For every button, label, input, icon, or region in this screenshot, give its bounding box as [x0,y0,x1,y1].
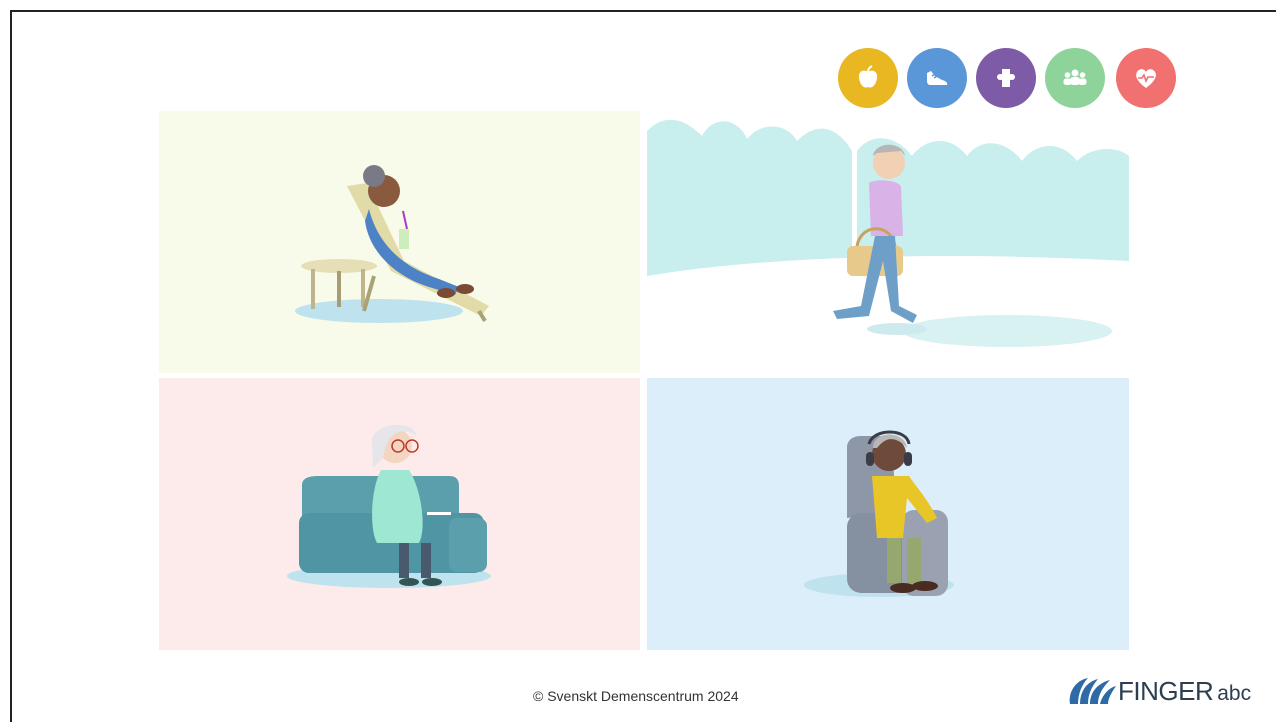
panel-sofa-writing [159,378,640,650]
cognitive-training-button[interactable] [976,48,1036,108]
panel-armchair-headphones [647,378,1129,650]
people-icon [1063,69,1087,85]
logo-word: FINGER [1118,675,1214,706]
puzzle-icon [997,69,1015,87]
woman-on-lounge-chair-illustration [295,165,489,323]
heart-pulse-icon [1136,69,1156,88]
social-activity-button[interactable] [1045,48,1105,108]
finger-abc-logo[interactable]: FINGER abc [1066,674,1251,708]
logo-suffix: abc [1217,682,1252,705]
apple-icon [858,65,878,88]
panel-lounge-chair [159,111,640,373]
vascular-health-button[interactable] [1116,48,1176,108]
physical-activity-button[interactable] [907,48,967,108]
copyright-footer: © Svenskt Demenscentrum 2024 [533,688,739,704]
man-with-headphones-in-armchair-illustration [804,430,954,597]
woman-writing-on-sofa-illustration [287,424,491,588]
nutrition-button[interactable] [838,48,898,108]
finger-logo-mark [1069,678,1116,704]
panel-walking-basket [647,111,1129,373]
sneaker-icon [927,71,948,85]
man-walking-with-basket-illustration [647,111,1129,373]
